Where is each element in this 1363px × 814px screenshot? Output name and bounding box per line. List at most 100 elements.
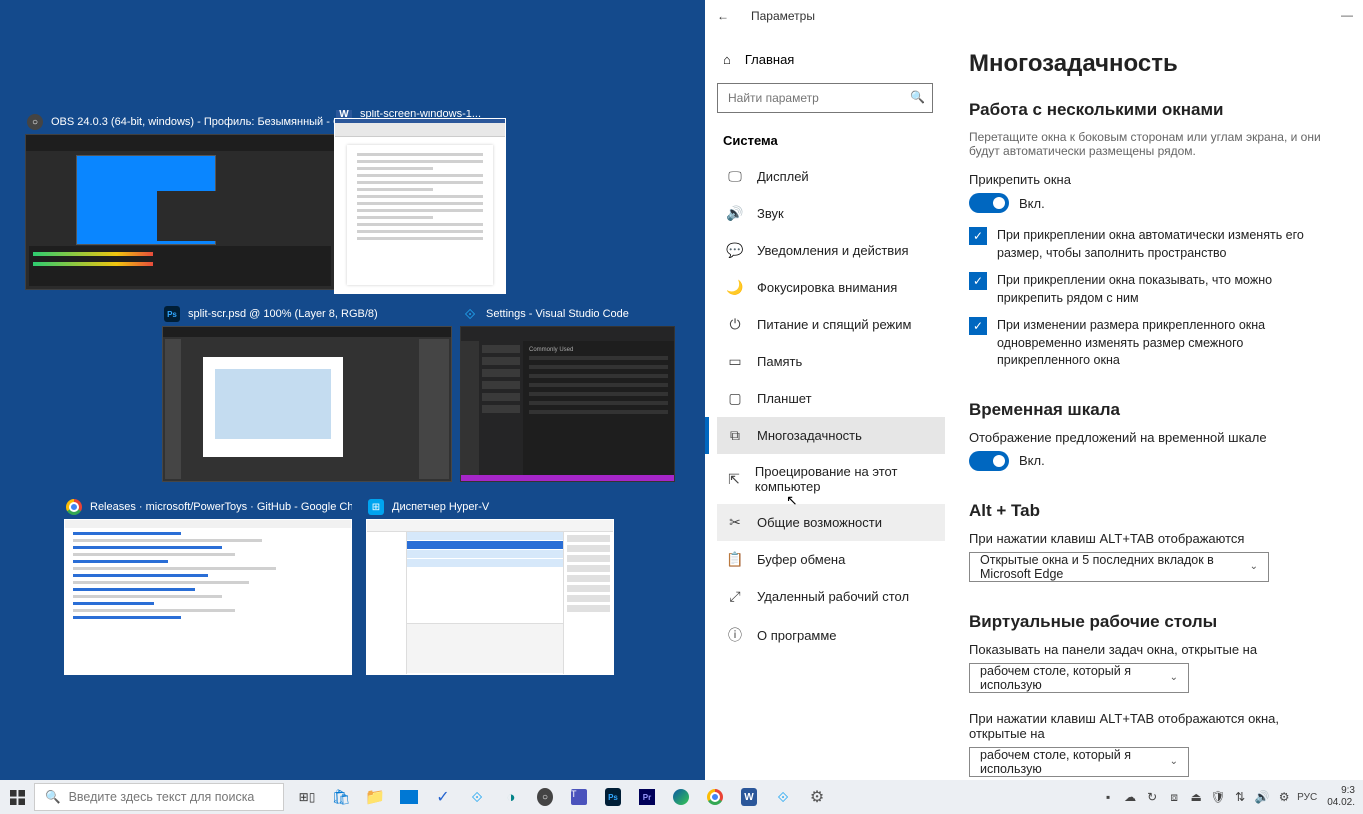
taskbar-photoshop[interactable]: Ps — [596, 780, 630, 814]
thumb-title: Releases · microsoft/PowerToys · GitHub … — [90, 501, 352, 513]
back-button[interactable]: ← — [717, 9, 729, 23]
taskbar-explorer[interactable]: 📁 — [358, 780, 392, 814]
taskbar-edge[interactable] — [664, 780, 698, 814]
taskbar-vscode-2[interactable]: ⟐ — [766, 780, 800, 814]
search-input[interactable] — [717, 83, 933, 113]
nav-item-shared[interactable]: ✂Общие возможности — [717, 504, 945, 541]
nav-item-remote[interactable]: ⤢Удаленный рабочий стол — [717, 578, 945, 615]
window-thumb-chrome[interactable]: Releases · microsoft/PowerToys · GitHub … — [64, 495, 352, 675]
taskbar-sharepoint[interactable]: ◑ — [494, 780, 528, 814]
nav-item-projecting[interactable]: ⇱Проецирование на этот компьютер — [717, 454, 945, 504]
snap-check-3[interactable]: ✓При изменении размера прикрепленного ок… — [969, 317, 1339, 370]
alttab-select[interactable]: Открытые окна и 5 последних вкладок в Mi… — [969, 552, 1269, 582]
search-icon: 🔍 — [45, 790, 61, 805]
window-thumb-hyperv[interactable]: ⊞Диспетчер Hyper-V — [366, 495, 614, 675]
search-icon: 🔍 — [910, 90, 925, 104]
taskbar: 🔍Введите здесь текст для поиска ⊞▯ 🛍 📁 ✓… — [0, 780, 1363, 814]
nav-item-power[interactable]: ⏻Питание и спящий режим — [717, 306, 945, 343]
vdesktop-label-1: Показывать на панели задач окна, открыты… — [969, 642, 1339, 657]
nav-search[interactable]: 🔍 — [717, 83, 933, 113]
tray-sync-icon[interactable]: ↻ — [1143, 788, 1161, 806]
settings-titlebar: ← Параметры — — [705, 0, 1363, 32]
chevron-down-icon: ⌄ — [1170, 756, 1178, 767]
snap-check-1[interactable]: ✓При прикреплении окна автоматически изм… — [969, 227, 1339, 262]
tray-power-icon[interactable]: ⚙ — [1275, 788, 1293, 806]
timeline-toggle[interactable]: Вкл. — [969, 451, 1339, 471]
taskbar-todo[interactable]: ✓ — [426, 780, 460, 814]
vdesktop-label-2: При нажатии клавиш ALT+TAB отображаются … — [969, 711, 1339, 741]
display-icon: 🖵 — [727, 168, 743, 185]
nav-item-about[interactable]: ⓘО программе — [717, 615, 945, 655]
taskbar-premiere[interactable]: Pr — [630, 780, 664, 814]
focus-icon: 🌙 — [727, 279, 743, 296]
settings-window: ← Параметры — ⌂Главная 🔍 Система 🖵Диспле… — [705, 0, 1363, 780]
vdesktop-select-1[interactable]: рабочем столе, который я использую⌄ — [969, 663, 1189, 693]
window-thumb-photoshop[interactable]: Pssplit-scr.psd @ 100% (Layer 8, RGB/8) — [162, 302, 452, 482]
checkbox-icon[interactable]: ✓ — [969, 317, 987, 335]
checkbox-icon[interactable]: ✓ — [969, 227, 987, 245]
tray-security-icon[interactable]: 🛡 — [1209, 788, 1227, 806]
premiere-icon: Pr — [639, 789, 655, 805]
minimize-button[interactable]: — — [1341, 8, 1353, 22]
nav-item-storage[interactable]: ▭Память — [717, 343, 945, 380]
tablet-icon: ▢ — [727, 390, 743, 407]
windows-hint: Перетащите окна к боковым сторонам или у… — [969, 130, 1339, 158]
teams-icon: T — [571, 789, 587, 805]
nav-item-clipboard[interactable]: 📋Буфер обмена — [717, 541, 945, 578]
taskbar-search[interactable]: 🔍Введите здесь текст для поиска — [34, 783, 284, 811]
window-thumb-obs[interactable]: ○ OBS 24.0.3 (64-bit, windows) - Профиль:… — [25, 110, 335, 290]
sound-icon: 🔊 — [727, 205, 743, 222]
tray-app-icon[interactable]: ▪ — [1099, 788, 1117, 806]
nav-item-tablet[interactable]: ▢Планшет — [717, 380, 945, 417]
nav-item-multitasking[interactable]: ⧉Многозадачность — [717, 417, 945, 454]
tray-usb-icon[interactable]: ⏏ — [1187, 788, 1205, 806]
gear-icon: ⚙ — [810, 787, 824, 807]
section-timeline: Временная шкала — [969, 400, 1339, 420]
tray-language[interactable]: РУС — [1297, 788, 1317, 806]
settings-nav: ⌂Главная 🔍 Система 🖵Дисплей 🔊Звук 💬Уведо… — [705, 32, 945, 780]
window-thumb-vscode[interactable]: ⟐Settings - Visual Studio Code Commonly … — [460, 302, 675, 482]
nav-item-focus[interactable]: 🌙Фокусировка внимания — [717, 269, 945, 306]
taskbar-mail[interactable] — [392, 780, 426, 814]
snap-label: Прикрепить окна — [969, 172, 1339, 187]
timeline-label: Отображение предложений на временной шка… — [969, 430, 1339, 445]
nav-home[interactable]: ⌂Главная — [717, 44, 945, 75]
hyperv-icon: ⊞ — [368, 499, 384, 515]
todo-icon: ✓ — [436, 787, 449, 807]
obs-icon: ○ — [27, 114, 43, 130]
section-alttab: Alt + Tab — [969, 501, 1339, 521]
chevron-down-icon: ⌄ — [1250, 561, 1258, 572]
tray-dropbox-icon[interactable]: ⧈ — [1165, 788, 1183, 806]
taskbar-store[interactable]: 🛍 — [324, 780, 358, 814]
nav-item-sound[interactable]: 🔊Звук — [717, 195, 945, 232]
snap-check-2[interactable]: ✓При прикреплении окна показывать, что м… — [969, 272, 1339, 307]
power-icon: ⏻ — [727, 316, 743, 333]
taskbar-teams[interactable]: T — [562, 780, 596, 814]
store-icon: 🛍 — [331, 788, 350, 806]
tray-volume-icon[interactable]: 🔊 — [1253, 788, 1271, 806]
tray-clock[interactable]: 9:304.02. — [1327, 785, 1355, 809]
start-button[interactable] — [0, 780, 34, 814]
task-view-button[interactable]: ⊞▯ — [290, 780, 324, 814]
thumb-title: split-scr.psd @ 100% (Layer 8, RGB/8) — [188, 308, 378, 320]
nav-item-display[interactable]: 🖵Дисплей — [717, 158, 945, 195]
taskbar-obs[interactable]: ○ — [528, 780, 562, 814]
taskbar-chrome[interactable] — [698, 780, 732, 814]
nav-item-notifications[interactable]: 💬Уведомления и действия — [717, 232, 945, 269]
tray-onedrive-icon[interactable]: ☁ — [1121, 788, 1139, 806]
vdesktop-select-2[interactable]: рабочем столе, который я использую⌄ — [969, 747, 1189, 777]
tray-network-icon[interactable]: ⇅ — [1231, 788, 1249, 806]
settings-content: Многозадачность Работа с несколькими окн… — [945, 32, 1363, 780]
thumb-title: OBS 24.0.3 (64-bit, windows) - Профиль: … — [51, 116, 335, 128]
toggle-switch[interactable] — [969, 193, 1009, 213]
word-icon: W — [336, 110, 352, 118]
sharepoint-icon: ◑ — [506, 789, 515, 806]
taskbar-settings[interactable]: ⚙ — [800, 780, 834, 814]
checkbox-icon[interactable]: ✓ — [969, 272, 987, 290]
taskbar-vscode[interactable]: ⟐ — [460, 780, 494, 814]
taskbar-word[interactable]: W — [732, 780, 766, 814]
vscode-icon: ⟐ — [471, 789, 482, 806]
window-thumb-word[interactable]: Wsplit-screen-windows-1... — [334, 110, 506, 290]
toggle-switch[interactable] — [969, 451, 1009, 471]
snap-toggle[interactable]: Вкл. — [969, 193, 1339, 213]
